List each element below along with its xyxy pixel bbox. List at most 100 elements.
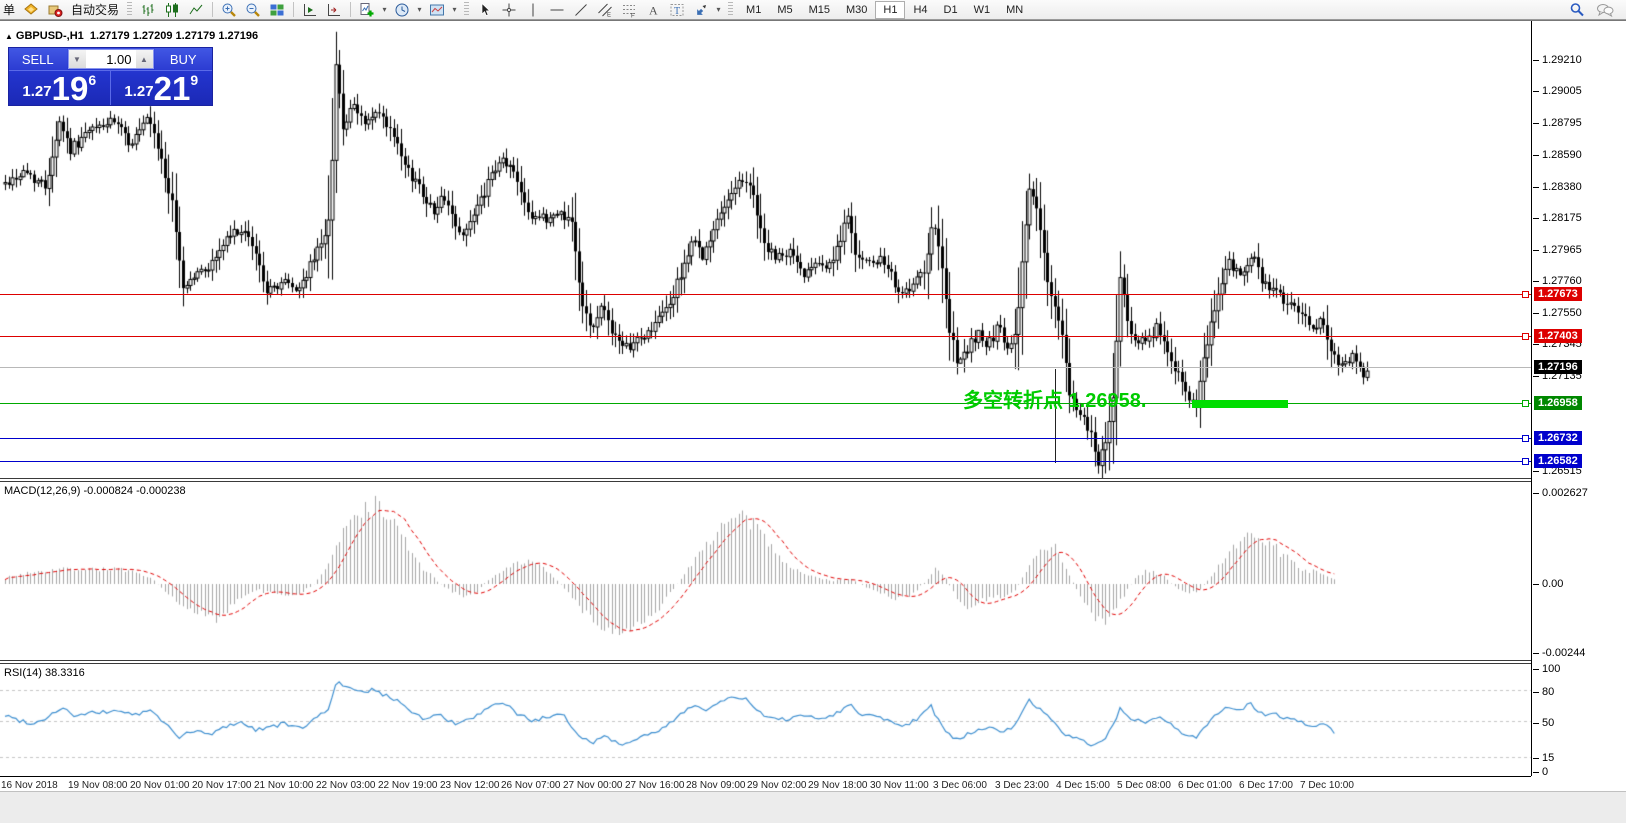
rsi-pane[interactable]: RSI(14) 38.3316 xyxy=(0,664,1531,776)
timeframe-button-mn[interactable]: MN xyxy=(998,1,1031,19)
toolbar-separator xyxy=(293,2,294,17)
timeframe-button-h1[interactable]: H1 xyxy=(875,1,905,19)
time-axis-label: 21 Nov 10:00 xyxy=(254,780,314,791)
svg-text:A: A xyxy=(649,3,658,17)
svg-text:F: F xyxy=(631,13,635,18)
timeframe-button-m1[interactable]: M1 xyxy=(738,1,769,19)
macd-axis-tick: 0.002627 xyxy=(1542,487,1588,499)
price-axis-tick: 1.27760 xyxy=(1542,275,1582,287)
price-axis-tick: 1.28380 xyxy=(1542,181,1582,193)
ohlc-quotes: 1.27179 1.27209 1.27179 1.27196 xyxy=(90,30,258,42)
search-icon[interactable] xyxy=(1566,1,1588,19)
volume-input[interactable] xyxy=(86,50,136,68)
equidistant-channel-icon[interactable]: E xyxy=(594,1,616,19)
price-level-label-1.26732: 1.26732 xyxy=(1534,431,1582,445)
time-axis-label: 29 Nov 18:00 xyxy=(808,780,868,791)
new-order-icon[interactable] xyxy=(20,1,42,19)
sell-button[interactable]: SELL xyxy=(9,48,67,70)
volume-increase-button[interactable]: ▲ xyxy=(136,50,153,68)
templates-dropdown-caret[interactable]: ▾ xyxy=(450,5,459,14)
arrows-icon[interactable] xyxy=(690,1,712,19)
main-chart-pane[interactable]: ▲GBPUSD-,H1 1.27179 1.27209 1.27179 1.27… xyxy=(0,21,1531,478)
cursor-icon[interactable] xyxy=(474,1,496,19)
status-bar xyxy=(0,791,1626,823)
buy-price[interactable]: 1.27 21 9 xyxy=(111,71,213,105)
toolbar-grip xyxy=(127,2,132,17)
order-menu-label[interactable]: 单 xyxy=(0,1,18,18)
trade-panel-prices: 1.27 19 6 1.27 21 9 xyxy=(9,71,212,105)
macd-pane[interactable]: MACD(12,26,9) -0.000824 -0.000238 xyxy=(0,482,1531,660)
time-axis-label: 6 Dec 17:00 xyxy=(1239,780,1293,791)
macd-canvas[interactable] xyxy=(0,482,1531,660)
sell-price[interactable]: 1.27 19 6 xyxy=(9,71,111,105)
bar-chart-icon[interactable] xyxy=(137,1,159,19)
auto-trading-button[interactable]: 自动交易 xyxy=(68,1,122,18)
support-highlight-bar[interactable] xyxy=(1192,400,1288,408)
indicators-dropdown-caret[interactable]: ▾ xyxy=(380,5,389,14)
price-axis-tick: 1.27965 xyxy=(1542,244,1582,256)
buy-button[interactable]: BUY xyxy=(155,48,213,70)
chart-title: ▲GBPUSD-,H1 1.27179 1.27209 1.27179 1.27… xyxy=(5,30,258,42)
zoom-in-icon[interactable] xyxy=(218,1,240,19)
time-axis-label: 3 Dec 23:00 xyxy=(995,780,1049,791)
volume-decrease-button[interactable]: ▼ xyxy=(69,50,86,68)
zoom-out-icon[interactable] xyxy=(242,1,264,19)
pivot-annotation-text: 多空转折点 1.26958. xyxy=(963,384,1146,413)
level-line-1.27196[interactable] xyxy=(0,367,1531,368)
top-toolbar: 单 自动交易 xyxy=(0,0,1626,20)
timeframe-button-m15[interactable]: M15 xyxy=(801,1,838,19)
text-label-icon[interactable]: T xyxy=(666,1,688,19)
timeframe-button-w1[interactable]: W1 xyxy=(966,1,999,19)
rsi-canvas[interactable] xyxy=(0,664,1531,776)
candlestick-canvas[interactable] xyxy=(0,21,1531,478)
macd-label: MACD(12,26,9) -0.000824 -0.000238 xyxy=(4,485,186,497)
level-line-1.26582[interactable] xyxy=(0,461,1531,462)
sell-price-prefix: 1.27 xyxy=(22,84,51,99)
price-axis[interactable]: 1.292101.290051.287951.285901.283801.281… xyxy=(1531,21,1626,776)
templates-icon[interactable] xyxy=(426,1,448,19)
chart-workspace: ▲GBPUSD-,H1 1.27179 1.27209 1.27179 1.27… xyxy=(0,20,1626,791)
auto-scroll-icon[interactable] xyxy=(299,1,321,19)
timeframe-button-h4[interactable]: H4 xyxy=(905,1,935,19)
level-line-1.26732[interactable] xyxy=(0,438,1531,439)
periods-clock-icon[interactable] xyxy=(391,1,413,19)
chat-icon[interactable] xyxy=(1594,1,1616,19)
timeframe-button-m30[interactable]: M30 xyxy=(838,1,875,19)
timeframe-button-m5[interactable]: M5 xyxy=(769,1,800,19)
toolbar-grip xyxy=(728,2,733,17)
fibonacci-icon[interactable]: F xyxy=(618,1,640,19)
price-level-label-1.27403: 1.27403 xyxy=(1534,329,1582,343)
text-icon[interactable]: A xyxy=(642,1,664,19)
vertical-line-icon[interactable] xyxy=(522,1,544,19)
time-axis-label: 23 Nov 12:00 xyxy=(440,780,500,791)
timeframe-group: M1M5M15M30H1H4D1W1MN xyxy=(738,1,1031,19)
time-axis[interactable]: 16 Nov 201819 Nov 08:0020 Nov 01:0020 No… xyxy=(0,776,1531,792)
price-level-label-1.26582: 1.26582 xyxy=(1534,454,1582,468)
level-line-1.27673[interactable] xyxy=(0,294,1531,295)
collapse-marker-icon[interactable]: ▲ xyxy=(5,32,13,41)
chart-shift-icon[interactable] xyxy=(323,1,345,19)
candlestick-chart-icon[interactable] xyxy=(161,1,183,19)
rsi-axis-tick: 100 xyxy=(1542,663,1560,675)
expert-advisor-icon[interactable] xyxy=(44,1,66,19)
toolbar-grip xyxy=(464,2,469,17)
timeframe-button-d1[interactable]: D1 xyxy=(936,1,966,19)
arrows-dropdown-caret[interactable]: ▾ xyxy=(714,5,723,14)
indicators-icon[interactable] xyxy=(356,1,378,19)
line-chart-icon[interactable] xyxy=(185,1,207,19)
horizontal-line-icon[interactable] xyxy=(546,1,568,19)
level-line-1.26958[interactable] xyxy=(0,403,1531,404)
rsi-axis-tick: 0 xyxy=(1542,766,1548,778)
rsi-axis-tick: 80 xyxy=(1542,686,1554,698)
time-axis-label: 27 Nov 00:00 xyxy=(563,780,623,791)
time-axis-label: 20 Nov 01:00 xyxy=(130,780,190,791)
level-line-1.27403[interactable] xyxy=(0,336,1531,337)
time-axis-label: 16 Nov 2018 xyxy=(1,780,58,791)
toolbar-separator xyxy=(350,2,351,17)
tile-windows-icon[interactable] xyxy=(266,1,288,19)
trendline-icon[interactable] xyxy=(570,1,592,19)
mt4-window: 单 自动交易 xyxy=(0,0,1626,823)
periods-dropdown-caret[interactable]: ▾ xyxy=(415,5,424,14)
time-axis-label: 22 Nov 03:00 xyxy=(316,780,376,791)
crosshair-icon[interactable] xyxy=(498,1,520,19)
